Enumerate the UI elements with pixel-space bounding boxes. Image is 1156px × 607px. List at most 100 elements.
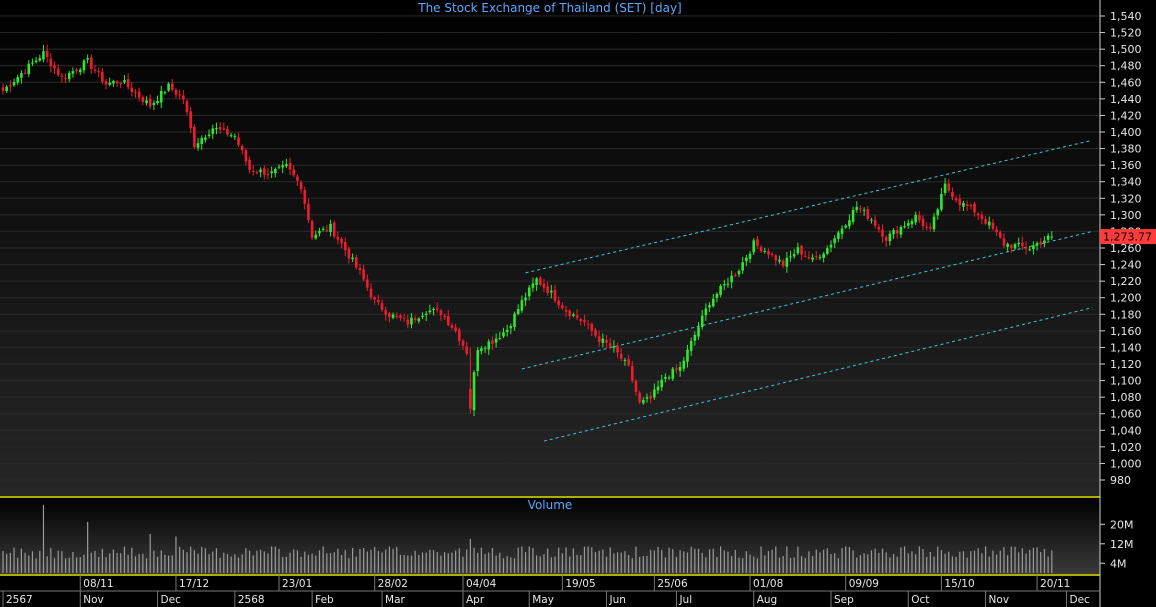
volume-bar [753, 556, 755, 573]
volume-bar [68, 557, 70, 573]
week-label: 20/11 [1040, 578, 1070, 590]
volume-bar [223, 552, 225, 573]
candle-body [112, 81, 115, 84]
volume-bar [282, 557, 284, 573]
candle [167, 82, 170, 92]
candle-body [424, 313, 428, 316]
price-tick-label: 1,220 [1110, 275, 1142, 288]
volume-bar [407, 555, 409, 573]
candle-body [752, 240, 756, 253]
candle-body [281, 165, 284, 168]
volume-bar [458, 548, 460, 573]
candle-body [156, 100, 159, 104]
volume-bar [502, 558, 505, 573]
candle-body [5, 86, 8, 92]
volume-bar [804, 558, 806, 573]
candle-body [700, 315, 704, 327]
candle-body [78, 69, 82, 73]
candle-body [877, 227, 881, 230]
candle-body [218, 127, 222, 130]
volume-bar [764, 555, 766, 573]
candle-body [211, 128, 215, 134]
volume-bar [631, 558, 633, 573]
candle-body [792, 254, 796, 257]
volume-tick-label: 20M [1110, 518, 1134, 531]
candle-body [222, 128, 226, 130]
candle-body [45, 50, 49, 58]
candle-body [807, 257, 811, 259]
volume-bar [727, 551, 729, 573]
candle-body [976, 213, 980, 216]
candle-body [575, 315, 579, 319]
volume-bar [245, 548, 247, 573]
chart-canvas: 1,540 1,520 1,500 1,480 1,460 1,440 1,420 1,400… [0, 0, 1156, 607]
candle-body [848, 220, 851, 227]
volume-bar [605, 556, 608, 573]
candle-body [855, 206, 859, 210]
volume-bar [613, 553, 615, 573]
candle-body [822, 253, 825, 258]
candle-body [193, 126, 196, 148]
volume-bar [274, 546, 276, 573]
candle-body [597, 336, 601, 342]
candle-body [450, 324, 454, 328]
price-tick-label: 980 [1110, 474, 1131, 487]
candle-body [734, 275, 737, 277]
candle-body [520, 300, 524, 311]
volume-bar [775, 546, 777, 573]
set-index-chart: 1,540 1,520 1,500 1,480 1,460 1,440 1,420 1,400… [0, 0, 1156, 607]
volume-bar [528, 546, 530, 573]
candle-body [538, 277, 542, 285]
candle [193, 124, 196, 150]
candle-body [781, 260, 785, 267]
week-label: 08/11 [83, 578, 113, 590]
volume-bar [50, 548, 52, 573]
candle [472, 370, 476, 416]
volume-bar [679, 550, 681, 573]
candle-body [664, 376, 667, 379]
candle-body [274, 169, 277, 174]
volume-bar [547, 548, 549, 573]
candle-body [141, 96, 145, 102]
volume-bar [1032, 547, 1034, 573]
volume-bar [355, 556, 357, 573]
volume-bar [815, 549, 817, 573]
candle-body [23, 72, 27, 74]
volume-bar [1010, 546, 1012, 573]
volume-bar [1029, 549, 1031, 573]
volume-bar [271, 546, 273, 573]
candle-body [1035, 243, 1039, 246]
volume-bar [661, 549, 663, 573]
volume-bar [396, 546, 398, 573]
volume-bar [212, 551, 214, 573]
candle [310, 219, 314, 240]
price-tick-label: 1,440 [1110, 93, 1142, 106]
candle-body [266, 173, 270, 175]
volume-bar [1003, 547, 1005, 573]
volume-bar [6, 553, 8, 573]
price-tick-label: 1,080 [1110, 391, 1142, 404]
price-tick-label: 1,520 [1110, 27, 1142, 40]
price-tick-label: 1,000 [1110, 457, 1142, 470]
volume-bar [359, 549, 361, 573]
volume-bar [234, 554, 236, 573]
candle-body [259, 169, 262, 173]
month-label: Nov [989, 594, 1010, 606]
volume-bar [892, 554, 895, 573]
volume-bar [466, 549, 468, 573]
candle-body [627, 359, 630, 366]
candle-body [277, 166, 281, 168]
volume-bar [966, 557, 968, 573]
candle-body [189, 111, 192, 129]
candle-body [998, 232, 1002, 238]
volume-bar [767, 551, 770, 573]
volume-bar [624, 551, 626, 573]
candle-body [458, 329, 461, 342]
volume-bar [731, 556, 733, 573]
last-price-marker: 1,273.77 [1100, 229, 1156, 245]
volume-tick-label: 4M [1110, 557, 1127, 570]
candle-body [362, 269, 365, 280]
volume-bar [208, 554, 210, 573]
volume-bar [363, 547, 365, 573]
volume-bar [937, 546, 939, 573]
